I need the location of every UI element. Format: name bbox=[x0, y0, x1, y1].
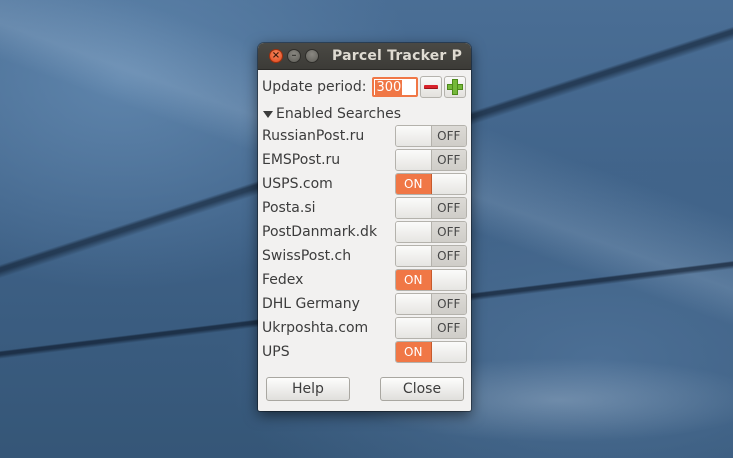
switch-state-label: OFF bbox=[431, 150, 466, 170]
toggle-switch[interactable]: OFF bbox=[395, 245, 467, 267]
help-button[interactable]: Help bbox=[266, 377, 350, 401]
switch-state-label: OFF bbox=[431, 198, 466, 218]
update-period-row: Update period: 300 bbox=[262, 75, 467, 99]
search-label: DHL Germany bbox=[262, 296, 360, 312]
window-title: Parcel Tracker P bbox=[332, 48, 463, 64]
search-label: Ukrposhta.com bbox=[262, 320, 369, 336]
search-row: UPS ON bbox=[262, 340, 467, 364]
enabled-searches-label: Enabled Searches bbox=[276, 106, 402, 122]
switch-state-label: ON bbox=[396, 174, 432, 194]
toggle-switch[interactable]: OFF bbox=[395, 125, 467, 147]
search-row: EMSPost.ru OFF bbox=[262, 148, 467, 172]
search-row: Fedex ON bbox=[262, 268, 467, 292]
switch-state-label: ON bbox=[396, 342, 432, 362]
search-label: PostDanmark.dk bbox=[262, 224, 378, 240]
switch-knob[interactable] bbox=[396, 126, 432, 146]
window-maximize-icon[interactable] bbox=[305, 49, 319, 63]
search-row: Posta.si OFF bbox=[262, 196, 467, 220]
search-label: Posta.si bbox=[262, 200, 316, 216]
expander-triangle-icon bbox=[263, 110, 273, 118]
switch-knob[interactable] bbox=[396, 222, 432, 242]
toggle-switch[interactable]: OFF bbox=[395, 317, 467, 339]
switch-state-label: ON bbox=[396, 270, 432, 290]
search-row: PostDanmark.dk OFF bbox=[262, 220, 467, 244]
search-label: EMSPost.ru bbox=[262, 152, 341, 168]
toggle-switch[interactable]: ON bbox=[395, 173, 467, 195]
search-label: Fedex bbox=[262, 272, 304, 288]
search-row: USPS.com ON bbox=[262, 172, 467, 196]
window-minimize-icon[interactable]: – bbox=[287, 49, 301, 63]
switch-knob[interactable] bbox=[431, 270, 466, 290]
parcel-tracker-window: × – Parcel Tracker P Update period: 300 … bbox=[258, 43, 471, 411]
search-label: USPS.com bbox=[262, 176, 333, 192]
switch-knob[interactable] bbox=[396, 198, 432, 218]
toggle-switch[interactable]: OFF bbox=[395, 293, 467, 315]
toggle-switch[interactable]: ON bbox=[395, 269, 467, 291]
switch-state-label: OFF bbox=[431, 222, 466, 242]
update-period-input[interactable]: 300 bbox=[372, 77, 419, 97]
toggle-switch[interactable]: OFF bbox=[395, 149, 467, 171]
switch-knob[interactable] bbox=[396, 318, 432, 338]
close-button[interactable]: Close bbox=[380, 377, 464, 401]
update-period-value: 300 bbox=[375, 80, 403, 95]
search-list: RussianPost.ru OFF EMSPost.ru OFF USPS.com ON… bbox=[262, 124, 467, 364]
switch-knob[interactable] bbox=[431, 174, 466, 194]
switch-knob[interactable] bbox=[431, 342, 466, 362]
plus-icon bbox=[448, 80, 463, 94]
enabled-searches-expander[interactable]: Enabled Searches bbox=[262, 106, 467, 122]
toggle-switch[interactable]: ON bbox=[395, 341, 467, 363]
dialog-buttons: Help Close bbox=[266, 377, 464, 401]
search-label: SwissPost.ch bbox=[262, 248, 352, 264]
switch-knob[interactable] bbox=[396, 150, 432, 170]
search-row: SwissPost.ch OFF bbox=[262, 244, 467, 268]
switch-knob[interactable] bbox=[396, 294, 432, 314]
titlebar[interactable]: × – Parcel Tracker P bbox=[258, 43, 471, 70]
minus-icon bbox=[424, 85, 439, 89]
search-label: UPS bbox=[262, 344, 290, 360]
switch-state-label: OFF bbox=[431, 294, 466, 314]
content-area: Update period: 300 Enabled Searches Russ… bbox=[258, 70, 471, 364]
decrement-button[interactable] bbox=[420, 76, 443, 98]
switch-state-label: OFF bbox=[431, 318, 466, 338]
toggle-switch[interactable]: OFF bbox=[395, 197, 467, 219]
switch-knob[interactable] bbox=[396, 246, 432, 266]
search-row: RussianPost.ru OFF bbox=[262, 124, 467, 148]
switch-state-label: OFF bbox=[431, 126, 466, 146]
search-row: Ukrposhta.com OFF bbox=[262, 316, 467, 340]
search-label: RussianPost.ru bbox=[262, 128, 365, 144]
search-row: DHL Germany OFF bbox=[262, 292, 467, 316]
increment-button[interactable] bbox=[444, 76, 467, 98]
switch-state-label: OFF bbox=[431, 246, 466, 266]
window-close-icon[interactable]: × bbox=[269, 49, 283, 63]
toggle-switch[interactable]: OFF bbox=[395, 221, 467, 243]
update-period-label: Update period: bbox=[262, 79, 367, 95]
